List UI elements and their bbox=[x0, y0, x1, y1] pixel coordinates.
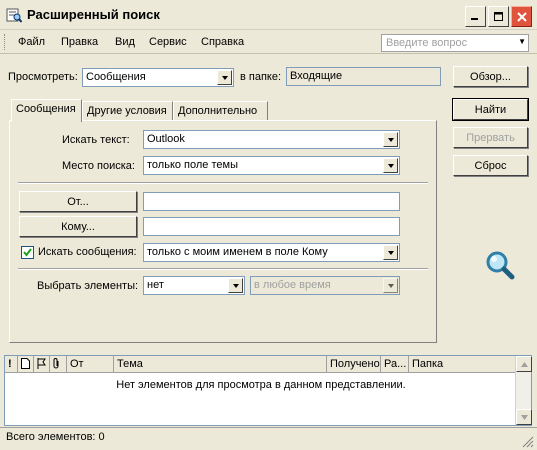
close-icon bbox=[516, 11, 527, 22]
time-label: Выбрать элементы: bbox=[37, 280, 139, 292]
in-folder-value: Входящие bbox=[290, 70, 343, 82]
find-now-button[interactable]: Найти bbox=[452, 98, 529, 121]
minimize-icon bbox=[471, 18, 478, 20]
document-icon bbox=[21, 358, 30, 369]
where-checkbox[interactable] bbox=[21, 246, 34, 259]
maximize-icon bbox=[493, 11, 503, 21]
item-count: Всего элементов: 0 bbox=[6, 431, 105, 443]
maximize-button[interactable] bbox=[488, 6, 509, 27]
ask-question-placeholder: Введите вопрос bbox=[386, 37, 468, 49]
sent-to-button[interactable]: Кому... bbox=[19, 216, 137, 237]
received-column-header[interactable]: Получено bbox=[327, 356, 381, 373]
empty-results-message: Нет элементов для просмотра в данном пре… bbox=[116, 379, 406, 391]
close-button[interactable] bbox=[511, 6, 532, 27]
search-text-value: Outlook bbox=[147, 133, 185, 145]
search-text-combo[interactable]: Outlook bbox=[143, 130, 400, 149]
in-folder-field: Входящие bbox=[286, 67, 441, 86]
sent-to-field[interactable] bbox=[143, 217, 400, 236]
chevron-down-icon bbox=[383, 278, 398, 293]
menu-view[interactable]: Вид bbox=[115, 36, 135, 48]
search-in-label: Место поиска: bbox=[62, 160, 135, 172]
chevron-down-icon[interactable] bbox=[383, 158, 398, 173]
tab-more-choices[interactable]: Другие условия bbox=[82, 101, 173, 121]
tab-advanced[interactable]: Дополнительно bbox=[173, 101, 268, 121]
look-for-label: Просмотреть: bbox=[8, 71, 78, 83]
look-for-select[interactable]: Сообщения bbox=[82, 68, 234, 87]
where-select[interactable]: только с моим именем в поле Кому bbox=[143, 243, 400, 262]
resize-grip-icon[interactable] bbox=[522, 436, 534, 448]
folder-column-header[interactable]: Папка bbox=[409, 356, 517, 373]
tab-messages[interactable]: Сообщения bbox=[11, 99, 82, 122]
search-text-label: Искать текст: bbox=[62, 134, 130, 146]
status-bar: Всего элементов: 0 bbox=[0, 427, 537, 450]
scroll-down-button[interactable] bbox=[516, 409, 532, 425]
where-value: только с моим именем в поле Кому bbox=[147, 246, 328, 258]
in-folder-label: в папке: bbox=[240, 71, 282, 83]
time-field-value: нет bbox=[147, 279, 164, 291]
from-field[interactable] bbox=[143, 192, 400, 211]
from-button[interactable]: От... bbox=[19, 191, 137, 212]
scroll-up-button[interactable] bbox=[516, 356, 532, 372]
chevron-down-icon[interactable] bbox=[383, 132, 398, 147]
vertical-scrollbar[interactable] bbox=[515, 356, 532, 425]
paperclip-icon bbox=[53, 358, 59, 369]
menu-file[interactable]: Файл bbox=[18, 36, 45, 48]
chevron-up-icon bbox=[520, 361, 528, 367]
minimize-button[interactable] bbox=[465, 6, 486, 27]
where-checkbox-label[interactable]: Искать сообщения: bbox=[38, 246, 137, 258]
menu-tools[interactable]: Сервис bbox=[149, 36, 187, 48]
browse-button[interactable]: Обзор... bbox=[453, 66, 528, 87]
size-column-header[interactable]: Ра... bbox=[381, 356, 409, 373]
chevron-down-icon[interactable] bbox=[228, 278, 243, 293]
stop-button[interactable]: Прервать bbox=[453, 127, 528, 148]
time-range-select[interactable]: в любое время bbox=[250, 276, 400, 295]
subject-column-header[interactable]: Тема bbox=[114, 356, 327, 373]
chevron-down-icon[interactable]: ▼ bbox=[518, 37, 526, 46]
time-field-select[interactable]: нет bbox=[143, 276, 245, 295]
chevron-down-icon bbox=[520, 414, 528, 420]
ask-question-box[interactable]: Введите вопрос ▼ bbox=[381, 34, 529, 52]
divider bbox=[18, 268, 428, 270]
results-list[interactable]: ! От Тема Получено Ра... Папка Нет элеме… bbox=[4, 355, 532, 426]
checkmark-icon bbox=[23, 248, 32, 257]
results-header: ! От Тема Получено Ра... Папка bbox=[5, 356, 517, 373]
menu-help[interactable]: Справка bbox=[201, 36, 244, 48]
look-for-value: Сообщения bbox=[86, 71, 146, 83]
flag-column-header[interactable] bbox=[34, 356, 50, 373]
magnifier-icon bbox=[486, 251, 515, 280]
menu-edit[interactable]: Правка bbox=[61, 36, 98, 48]
chevron-down-icon[interactable] bbox=[217, 70, 232, 85]
search-in-value: только поле темы bbox=[147, 159, 238, 171]
search-in-select[interactable]: только поле темы bbox=[143, 156, 400, 175]
search-app-icon bbox=[6, 8, 22, 23]
divider bbox=[18, 182, 428, 184]
time-range-value: в любое время bbox=[254, 279, 331, 291]
toolbar-grip[interactable] bbox=[4, 34, 7, 50]
chevron-down-icon[interactable] bbox=[383, 245, 398, 260]
new-search-button[interactable]: Сброс bbox=[453, 155, 528, 176]
flag-icon bbox=[37, 358, 46, 369]
attachment-column-header[interactable] bbox=[50, 356, 67, 373]
importance-column-header[interactable]: ! bbox=[5, 356, 18, 373]
window-title: Расширенный поиск bbox=[27, 7, 160, 22]
icon-column-header[interactable] bbox=[18, 356, 34, 373]
from-column-header[interactable]: От bbox=[67, 356, 114, 373]
title-bar[interactable]: Расширенный поиск bbox=[0, 0, 537, 30]
